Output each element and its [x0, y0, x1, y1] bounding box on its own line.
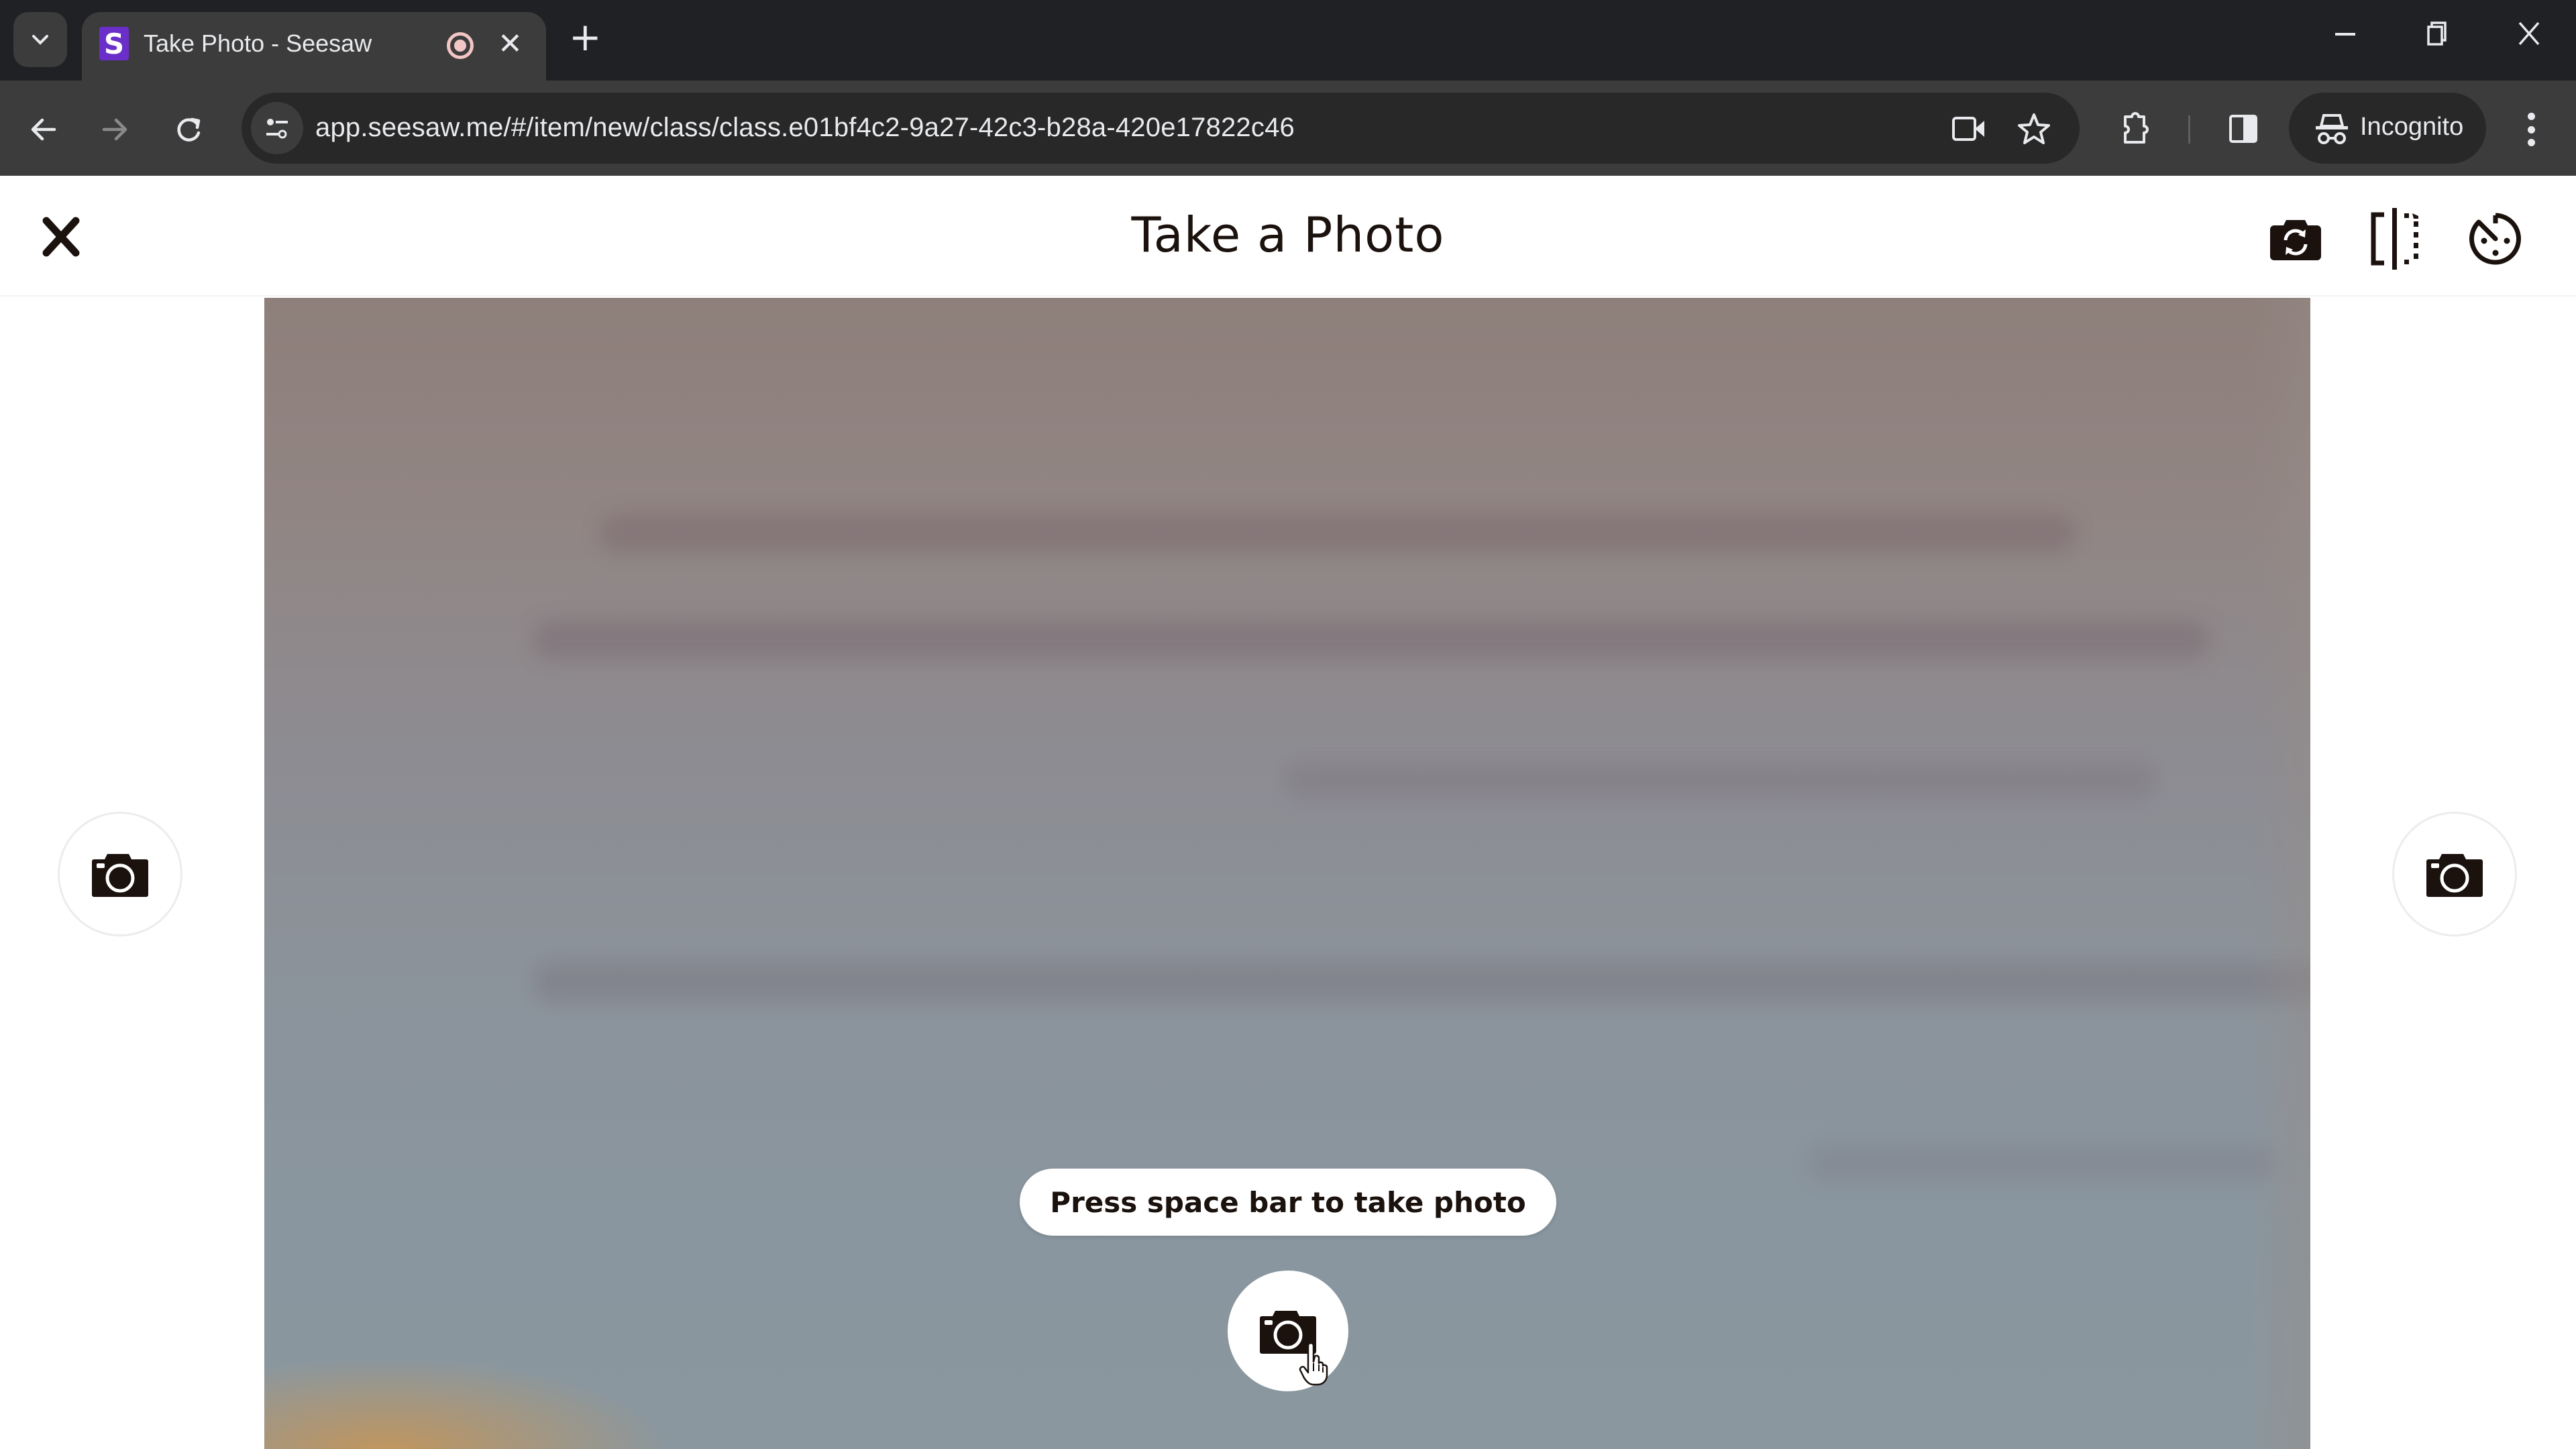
forward-button[interactable]	[91, 106, 138, 153]
browser-toolbar: app.seesaw.me/#/item/new/class/class.e01…	[0, 80, 2576, 176]
toolbar-separator	[2188, 115, 2190, 144]
window-close-button[interactable]	[2502, 13, 2556, 63]
incognito-icon	[2316, 114, 2348, 144]
timer-icon	[2469, 213, 2521, 265]
timer-button[interactable]	[2463, 207, 2528, 271]
tab-search-button[interactable]	[13, 12, 67, 67]
recording-icon	[447, 32, 474, 59]
take-photo-app: Take a Photo Press space bar to take pho…	[0, 176, 2576, 1449]
reload-button[interactable]	[165, 106, 212, 153]
blurred-paper-text	[533, 962, 2310, 1002]
tab-title: Take Photo - Seesaw	[144, 30, 372, 57]
menu-dot	[2527, 139, 2535, 146]
preview-edge-shading	[2250, 298, 2310, 1449]
page-title: Take a Photo	[1131, 207, 1445, 263]
favicon-letter: S	[103, 27, 125, 60]
camera-icon	[2426, 854, 2483, 897]
tab-close-button[interactable]: ✕	[498, 27, 523, 62]
arrow-right-icon	[102, 118, 127, 141]
site-info-button[interactable]	[251, 102, 303, 154]
spacebar-hint-text: Press space bar to take photo	[1050, 1185, 1526, 1219]
tune-icon	[266, 119, 288, 139]
spacebar-hint: Press space bar to take photo	[1020, 1169, 1556, 1236]
restore-icon	[2427, 21, 2447, 46]
browser-tab-active[interactable]: S Take Photo - Seesaw ✕	[82, 12, 546, 80]
side-panel-button[interactable]	[2224, 110, 2262, 148]
take-photo-right-button[interactable]	[2392, 812, 2517, 936]
new-tab-button[interactable]: +	[569, 17, 602, 56]
take-photo-left-button[interactable]	[58, 812, 182, 936]
menu-dot	[2527, 113, 2535, 120]
camera-icon	[1260, 1311, 1316, 1354]
camera-in-use-icon	[1952, 117, 1984, 141]
browser-menu-button[interactable]	[2514, 106, 2548, 153]
extensions-button[interactable]	[2117, 110, 2155, 148]
restore-button[interactable]	[2410, 13, 2463, 63]
bookmark-button[interactable]	[2015, 110, 2053, 148]
mirror-flip-icon	[2371, 208, 2418, 270]
blurred-paper-text	[533, 620, 2210, 660]
address-bar[interactable]: app.seesaw.me/#/item/new/class/class.e01…	[241, 93, 2080, 164]
incognito-label: Incognito	[2360, 113, 2464, 141]
blurred-paper-text	[1284, 761, 2156, 801]
reload-icon	[177, 117, 201, 142]
minimize-button[interactable]	[2318, 13, 2372, 63]
camera-icon	[92, 854, 148, 897]
back-button[interactable]	[20, 106, 67, 153]
switch-camera-button[interactable]	[2263, 207, 2328, 271]
seesaw-favicon-icon: S	[99, 27, 129, 60]
menu-dot	[2527, 125, 2535, 133]
arrow-left-icon	[31, 118, 56, 141]
shutter-button[interactable]	[1228, 1271, 1348, 1391]
blurred-paper-text	[1807, 1143, 2277, 1183]
close-icon	[2518, 21, 2540, 46]
camera-in-use-button[interactable]	[1951, 110, 1988, 148]
blurred-paper-text	[600, 513, 2076, 553]
bookmark-star-icon	[2018, 113, 2050, 144]
switch-camera-icon	[2270, 220, 2321, 260]
extensions-icon	[2124, 112, 2149, 144]
app-header: Take a Photo	[0, 176, 2576, 297]
url-text[interactable]: app.seesaw.me/#/item/new/class/class.e01…	[315, 113, 1295, 143]
mirror-button[interactable]	[2363, 207, 2427, 271]
browser-tab-strip: S Take Photo - Seesaw ✕ +	[0, 0, 2576, 80]
side-panel-icon	[2229, 115, 2257, 143]
chevron-down-icon	[32, 35, 48, 45]
incognito-profile-button[interactable]: Incognito	[2289, 93, 2486, 164]
minimize-icon	[2335, 33, 2355, 36]
